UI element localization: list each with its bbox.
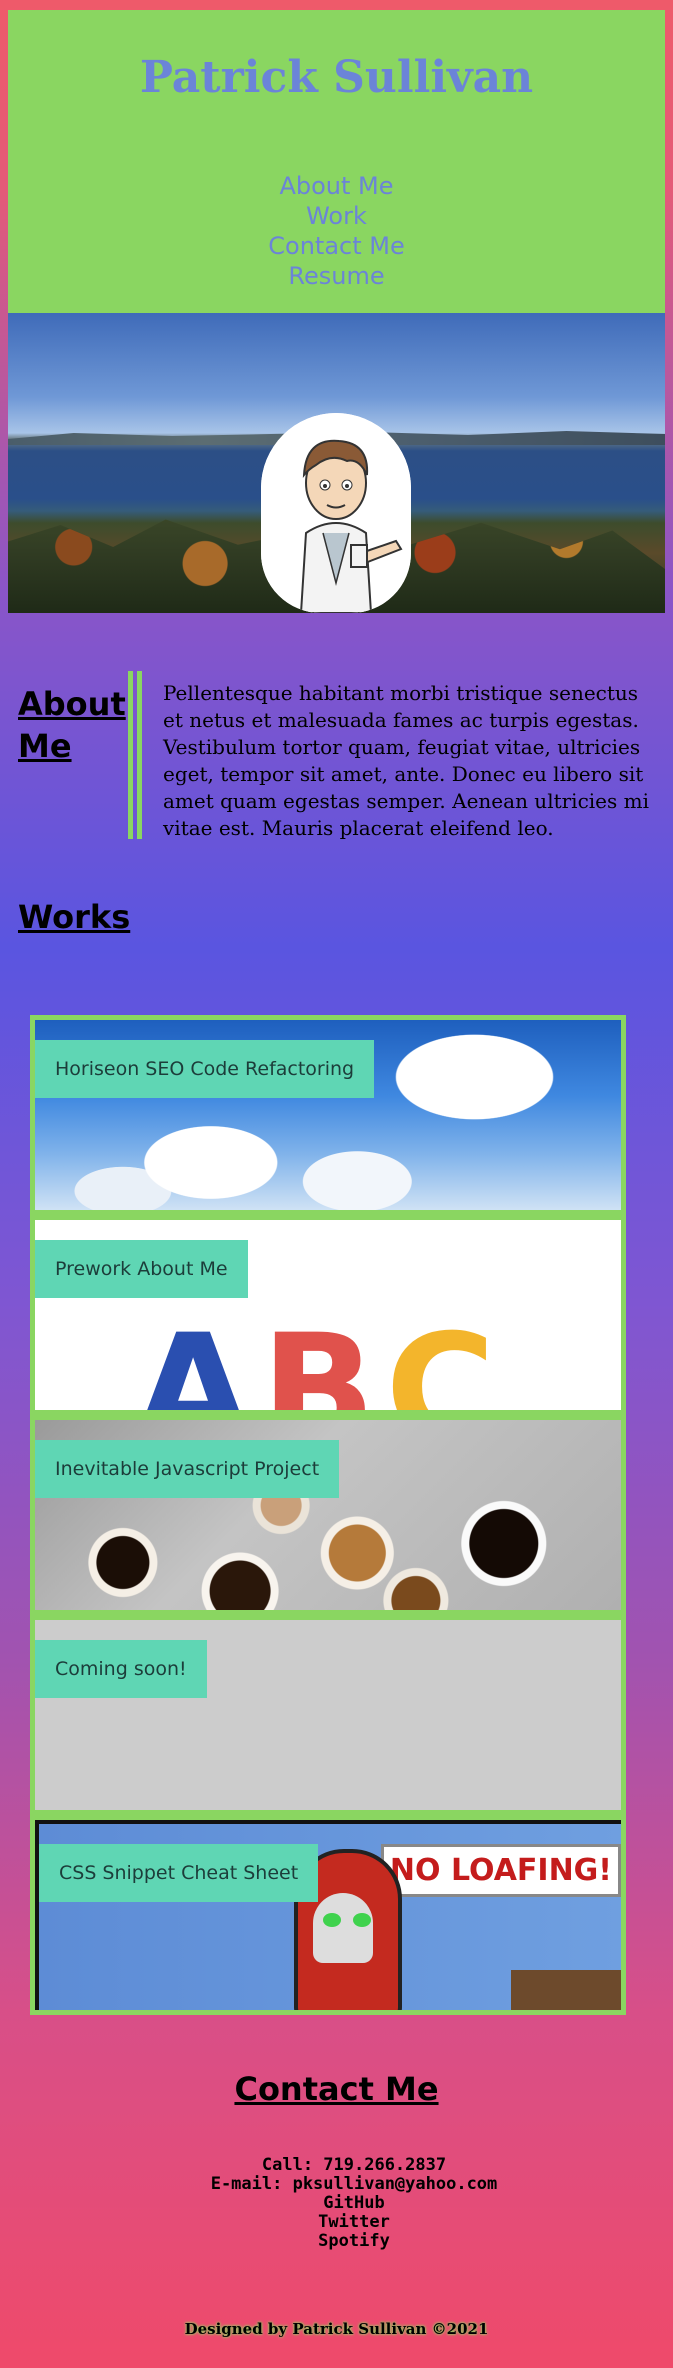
work-label: Horiseon SEO Code Refactoring [35,1040,375,1098]
spotify-link[interactable]: Spotify [35,2232,673,2251]
about-heading: About Me [18,685,126,765]
nav-about-me[interactable]: About Me [8,171,665,201]
work-card-javascript[interactable]: Inevitable Javascript Project [35,1420,621,1610]
main-nav: About Me Work Contact Me Resume [8,171,665,291]
about-section: About Me Pellentesque habitant morbi tri… [8,613,665,863]
site-footer: Designed by Patrick Sullivan ©2021 [184,2320,489,2338]
contact-phone: Call: 719.266.2837 [261,2155,447,2175]
work-card-css-cheat-sheet[interactable]: NO LOAFING! CSS Snippet Cheat Sheet [35,1820,621,2010]
work-label: CSS Snippet Cheat Sheet [39,1844,319,1902]
works-grid: Horiseon SEO Code Refactoring ABC Prewor… [30,1015,626,2015]
nav-resume[interactable]: Resume [8,261,665,291]
mascot-eye [353,1913,371,1927]
nav-work[interactable]: Work [8,201,665,231]
twitter-link[interactable]: Twitter [35,2213,673,2232]
mascot-eye [323,1913,341,1927]
work-label: Prework About Me [35,1240,248,1298]
abc-image: ABC [135,1303,506,1410]
contact-email: E-mail: pksullivan@yahoo.com [210,2174,498,2194]
work-label: Inevitable Javascript Project [35,1440,340,1498]
hero-banner [8,313,665,613]
work-card-coming-soon[interactable]: Coming soon! [35,1620,621,1810]
site-header: Patrick Sullivan About Me Work Contact M… [8,10,665,313]
works-heading: Works [18,898,131,936]
contact-details: Call: 719.266.2837 E-mail: pksullivan@ya… [0,2156,673,2251]
page: Patrick Sullivan About Me Work Contact M… [8,10,665,863]
work-label: Coming soon! [35,1640,207,1698]
nav-contact-me[interactable]: Contact Me [8,231,665,261]
about-divider [128,671,142,839]
site-title: Patrick Sullivan [139,52,534,103]
about-text: Pellentesque habitant morbi tristique se… [163,681,649,840]
mascot-mask [313,1893,373,1963]
avatar-illustration [261,413,411,613]
work-card-horiseon[interactable]: Horiseon SEO Code Refactoring [35,1020,621,1210]
github-link[interactable]: GitHub [35,2194,673,2213]
no-loafing-sign: NO LOAFING! [380,1844,621,1897]
avatar [261,413,411,613]
contact-heading: Contact Me [234,2070,439,2108]
desk-image [511,1970,621,2010]
contact-section: Contact Me Call: 719.266.2837 E-mail: pk… [0,2070,673,2251]
work-card-prework[interactable]: ABC Prework About Me [35,1220,621,1410]
